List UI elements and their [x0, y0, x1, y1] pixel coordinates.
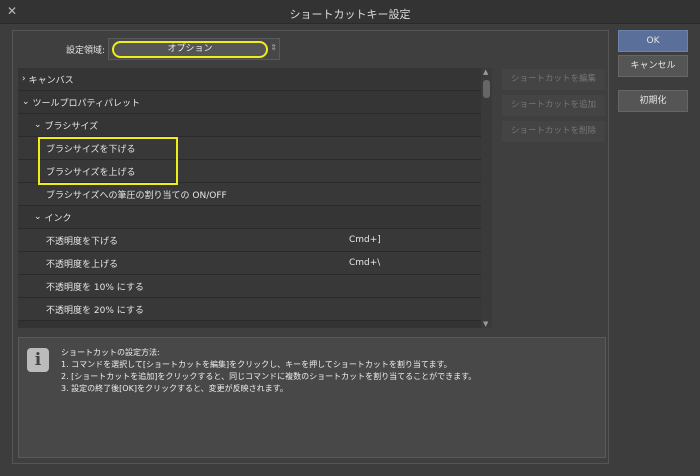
scroll-up-icon[interactable]: ▲ [483, 68, 488, 76]
row-label: インク [44, 213, 72, 224]
title-bar: ✕ ショートカットキー設定 [0, 0, 700, 24]
row-label: ツールプロパティパレット [32, 98, 141, 109]
tree-row[interactable]: › キャンバス [18, 68, 481, 91]
area-dropdown-value: オプション [112, 41, 268, 58]
chevron-updown-icon: ⇕ [270, 43, 277, 52]
tree-row[interactable]: 不透明度を上げる Cmd+\ [18, 252, 481, 275]
area-dropdown[interactable]: オプション ⇕ [108, 38, 280, 60]
tree-row[interactable]: 不透明度を 20% にする [18, 298, 481, 321]
info-line: 2. [ショートカットを追加]をクリックすると、同じコマンドに複数のショートカッ… [61, 372, 477, 381]
info-heading: ショートカットの設定方法: [61, 348, 160, 357]
info-icon: i [27, 348, 49, 372]
info-box: i ショートカットの設定方法: 1. コマンドを選択して[ショートカットを編集]… [18, 337, 606, 458]
chevron-down-icon[interactable]: ⌄ [22, 97, 30, 107]
edit-shortcut-button[interactable]: ショートカットを編集 [502, 69, 605, 90]
tree-row[interactable]: ⌄ インク [18, 206, 481, 229]
row-label: 不透明度を上げる [46, 259, 119, 270]
scrollbar[interactable]: ▲ ▼ [481, 68, 492, 328]
row-label: 不透明度を下げる [46, 236, 119, 247]
tree-row[interactable]: 不透明度を下げる Cmd+] [18, 229, 481, 252]
chevron-down-icon[interactable]: ⌄ [34, 120, 42, 130]
scroll-down-icon[interactable]: ▼ [483, 320, 488, 328]
tree-row[interactable]: ⌄ ツールプロパティパレット [18, 91, 481, 114]
row-label: ブラシサイズ [44, 121, 99, 132]
row-label: ブラシサイズへの筆圧の割り当ての ON/OFF [46, 190, 227, 201]
row-label: 不透明度を 20% にする [46, 305, 144, 316]
tree-row[interactable]: ブラシサイズへの筆圧の割り当ての ON/OFF [18, 183, 481, 206]
scroll-thumb[interactable] [483, 80, 490, 98]
tree-row[interactable]: 不透明度を 10% にする [18, 275, 481, 298]
row-label: 不透明度を 10% にする [46, 282, 144, 293]
delete-shortcut-button[interactable]: ショートカットを削除 [502, 121, 605, 142]
window-title: ショートカットキー設定 [289, 8, 411, 21]
row-shortcut: Cmd+\ [349, 258, 381, 268]
info-line: 3. 設定の終了後[OK]をクリックすると、変更が反映されます。 [61, 384, 288, 393]
add-shortcut-button[interactable]: ショートカットを追加 [502, 95, 605, 116]
row-shortcut: Cmd+] [349, 235, 381, 245]
row-label: キャンバス [28, 75, 74, 86]
info-line: 1. コマンドを選択して[ショートカットを編集]をクリックし、キーを押してショー… [61, 360, 452, 369]
shortcut-tree[interactable]: › キャンバス ⌄ ツールプロパティパレット ⌄ ブラシサイズ ブラシサイズを下げる ブラシサ… [18, 68, 481, 328]
chevron-right-icon[interactable]: › [22, 74, 26, 84]
ok-button[interactable]: OK [618, 30, 688, 52]
tree-row[interactable]: ⌄ ブラシサイズ [18, 114, 481, 137]
chevron-down-icon[interactable]: ⌄ [34, 212, 42, 222]
area-label: 設定領域: [66, 46, 106, 56]
highlight-box [38, 137, 178, 185]
reset-button[interactable]: 初期化 [618, 90, 688, 112]
cancel-button[interactable]: キャンセル [618, 55, 688, 77]
